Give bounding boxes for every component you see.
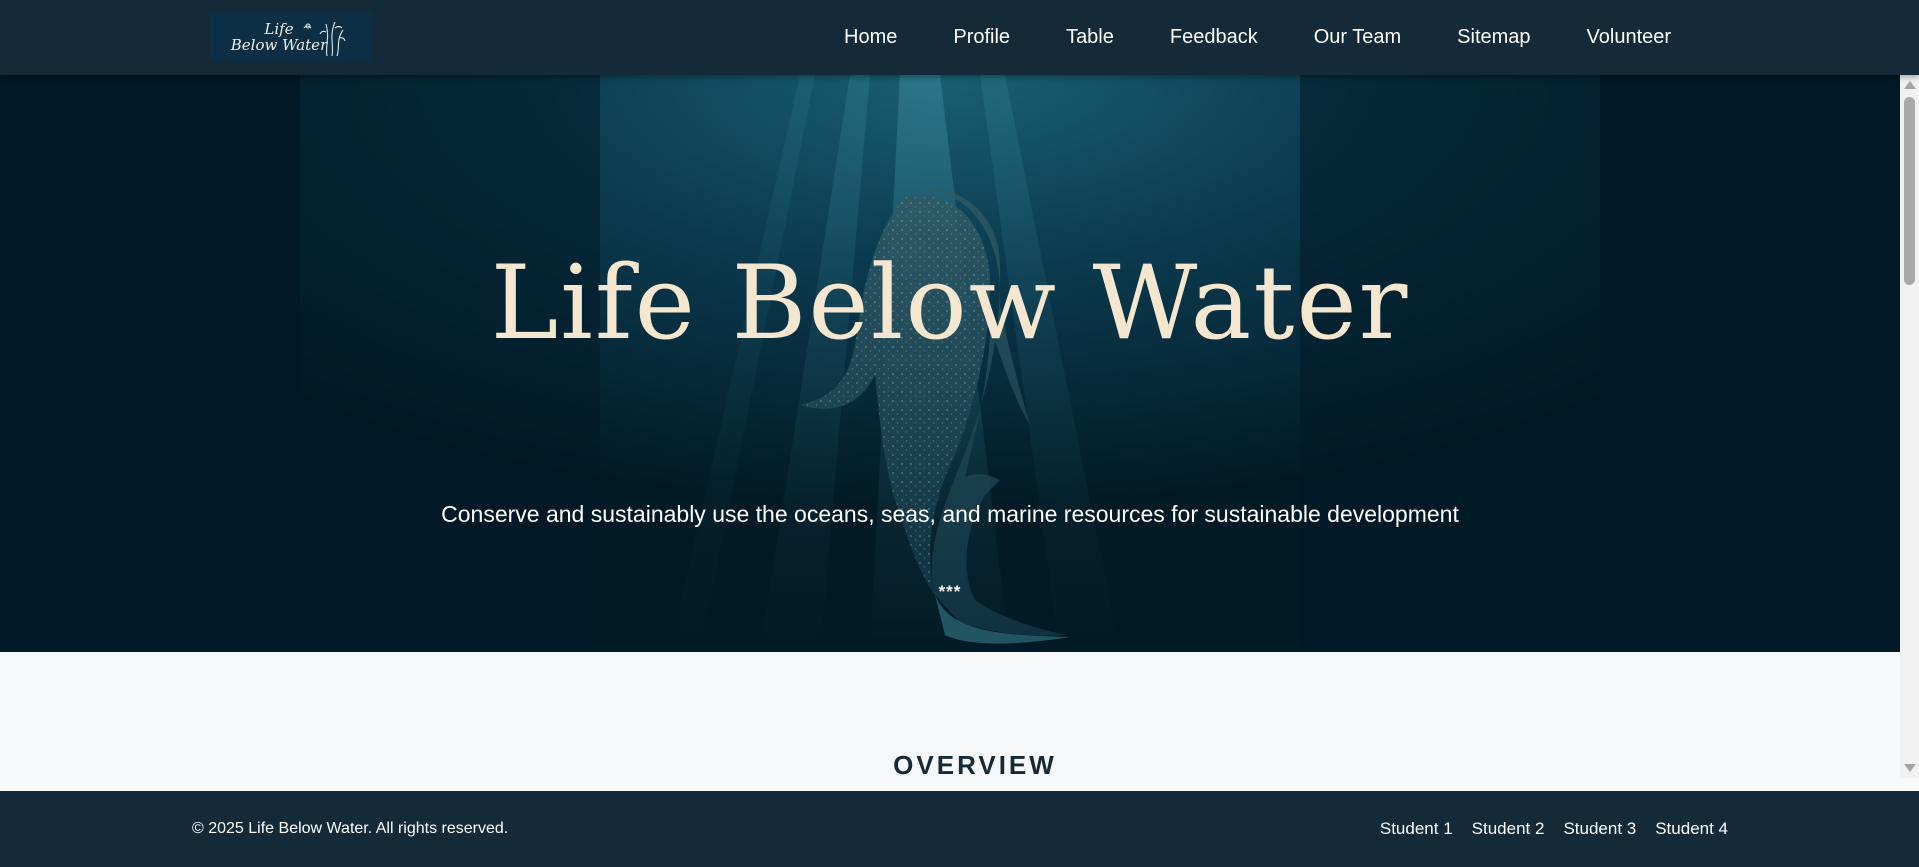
nav-home-link[interactable]: Home [844,26,897,49]
footer-links: Student 1 Student 2 Student 3 Student 4 [1361,819,1728,839]
page-scrollbar[interactable] [1900,75,1919,778]
hero-title: Life Below Water [490,244,1410,363]
scrollbar-thumb[interactable] [1904,97,1915,285]
main-content: OVERVIEW [0,652,1900,778]
footer-student-1-link[interactable]: Student 1 [1380,819,1453,839]
logo-image: Life Below Water [209,12,372,62]
nav-profile-link[interactable]: Profile [953,26,1010,49]
hero-divider: *** [938,582,962,601]
scroll-up-arrow-icon[interactable] [1904,81,1916,89]
page-footer: © 2025 Life Below Water. All rights rese… [0,791,1919,867]
logo-text-line2: Below Water [230,36,328,54]
top-navbar: Life Below Water Home Profile Table Feed… [0,0,1919,75]
footer-student-2-link[interactable]: Student 2 [1472,819,1545,839]
main-nav: Home Profile Table Feedback Our Team Sit… [816,0,1699,75]
scroll-down-arrow-icon[interactable] [1904,764,1916,772]
nav-table-link[interactable]: Table [1066,26,1114,49]
overview-heading: OVERVIEW [893,750,1057,778]
nav-sitemap-link[interactable]: Sitemap [1457,26,1530,49]
nav-our-team-link[interactable]: Our Team [1314,26,1401,49]
nav-feedback-link[interactable]: Feedback [1170,26,1258,49]
hero-subtitle: Conserve and sustainably use the oceans,… [441,501,1459,527]
nav-volunteer-link[interactable]: Volunteer [1587,26,1672,49]
site-logo[interactable]: Life Below Water [209,12,372,62]
footer-student-4-link[interactable]: Student 4 [1655,819,1728,839]
copyright-text: © 2025 Life Below Water. All rights rese… [192,820,509,837]
hero-banner: Life Below Water Conserve and sustainabl… [0,75,1900,652]
footer-student-3-link[interactable]: Student 3 [1563,819,1636,839]
